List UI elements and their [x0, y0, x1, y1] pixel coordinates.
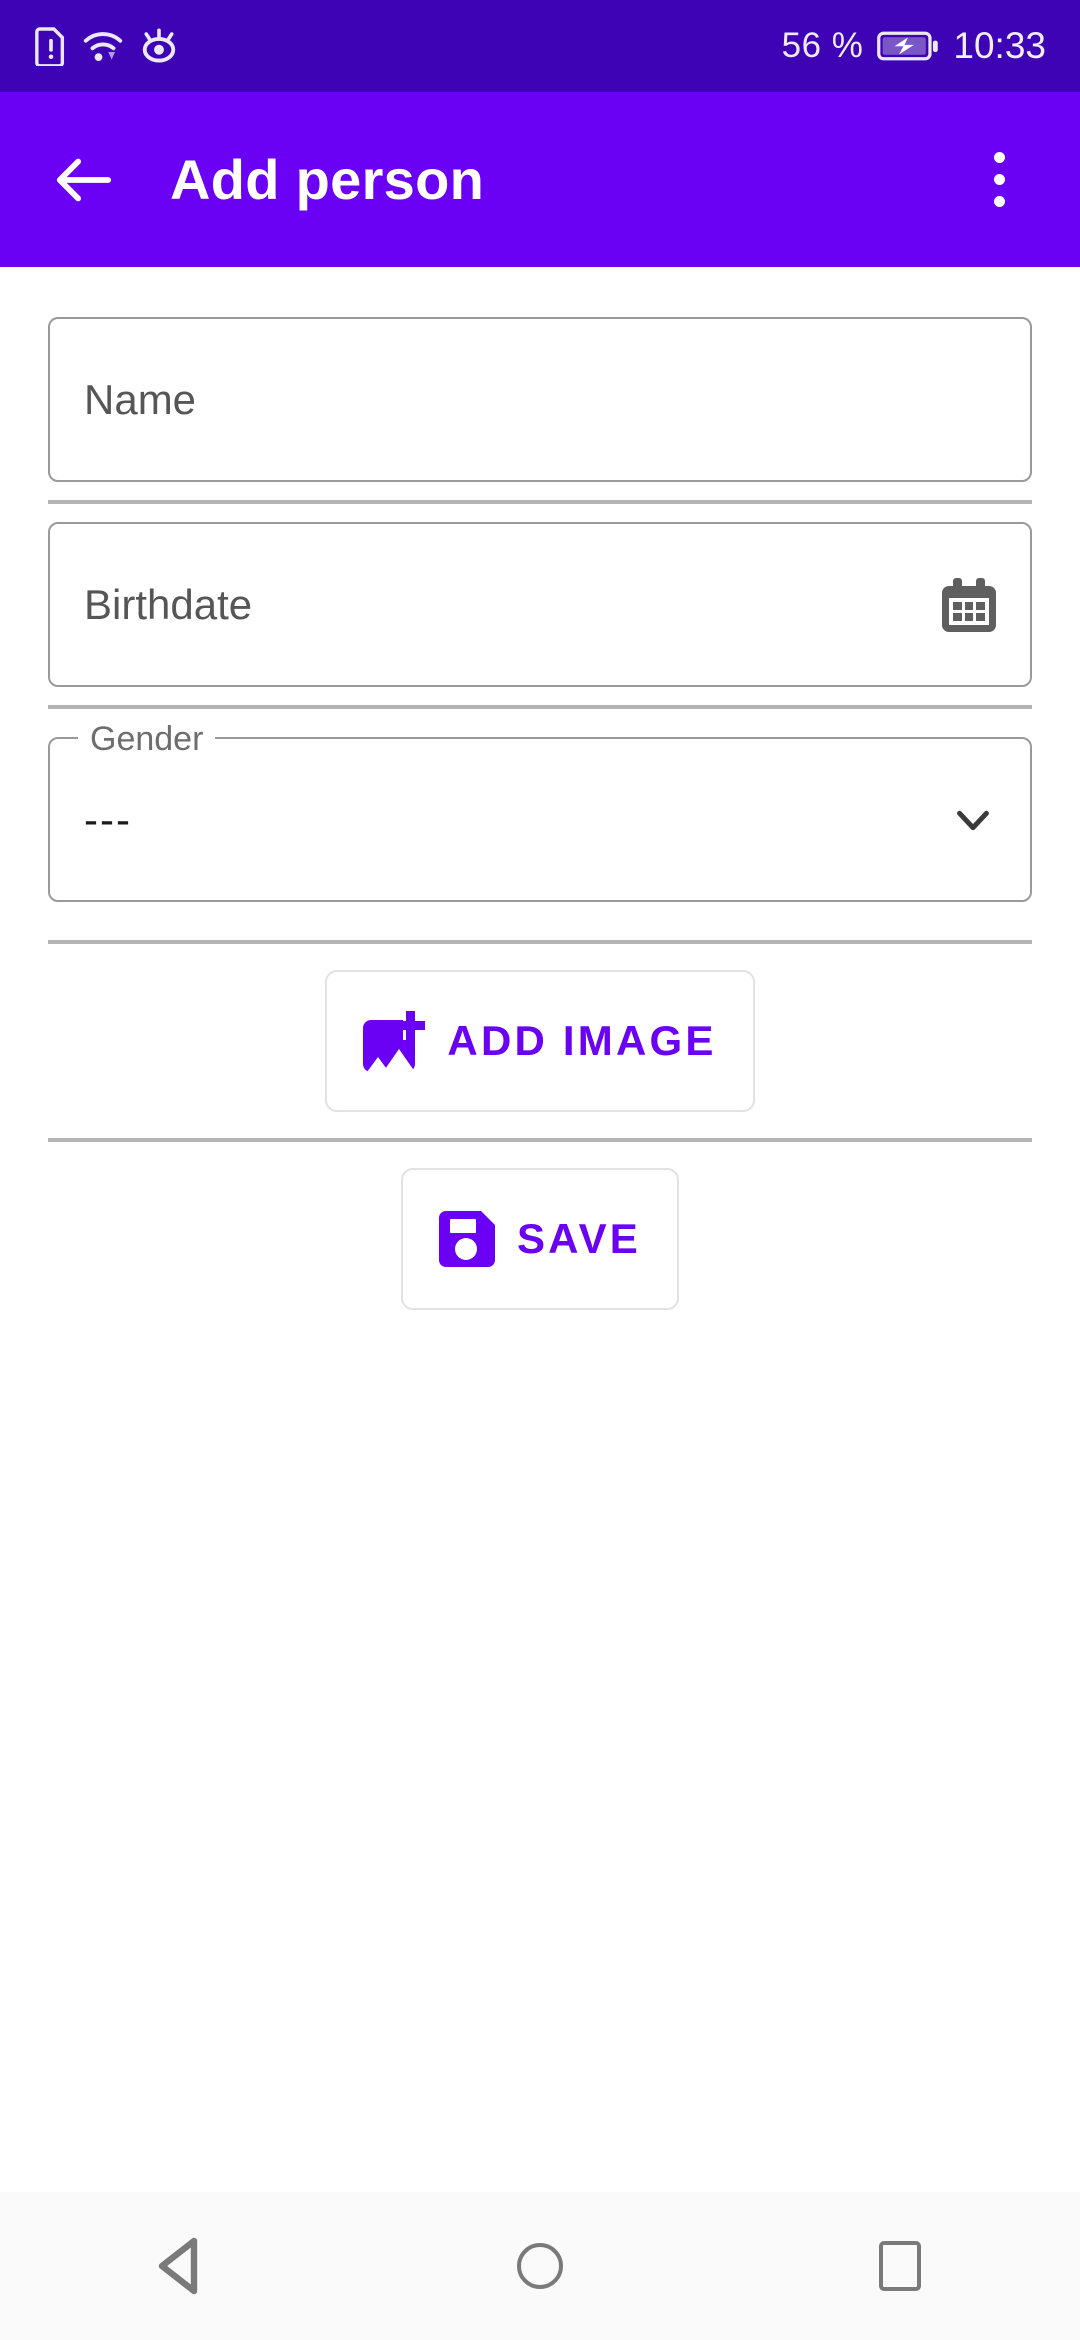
save-floppy-icon	[438, 1211, 495, 1267]
calendar-icon[interactable]	[942, 577, 996, 632]
nav-home-button[interactable]	[465, 2192, 615, 2340]
save-row: SAVE	[0, 1168, 1080, 1310]
name-placeholder: Name	[84, 375, 197, 423]
save-button[interactable]: SAVE	[400, 1168, 680, 1310]
nav-back-button[interactable]	[105, 2192, 255, 2340]
save-label: SAVE	[516, 1215, 642, 1262]
gender-label: Gender	[78, 717, 216, 761]
system-navigation-bar	[0, 2192, 1080, 2340]
add-image-row: ADD IMAGE	[0, 970, 1080, 1112]
status-bar: 56 % 10:33	[0, 0, 1080, 92]
name-input[interactable]: Name	[48, 317, 1032, 482]
battery-charging-icon	[877, 31, 939, 61]
page-title: Add person	[170, 148, 485, 211]
arrow-left-icon	[56, 158, 112, 201]
back-triangle-icon	[158, 2237, 198, 2295]
phone-screen: 56 % 10:33 Add person Name Birthdate Gen…	[0, 0, 1080, 2340]
clock-label: 10:33	[953, 25, 1046, 66]
home-circle-icon	[517, 2243, 563, 2289]
chevron-down-icon[interactable]	[950, 797, 996, 843]
gender-select[interactable]: Gender ---	[48, 717, 1032, 902]
name-field-wrapper: Name	[0, 317, 1080, 482]
wifi-icon	[83, 32, 123, 61]
gender-trailing	[950, 797, 996, 843]
add-image-label: ADD IMAGE	[447, 1017, 717, 1064]
add-image-icon	[363, 1010, 426, 1072]
more-vertical-icon	[993, 196, 1005, 207]
birthdate-input[interactable]: Birthdate	[48, 522, 1032, 687]
recents-square-icon	[879, 2241, 921, 2291]
more-vertical-icon	[993, 174, 1005, 185]
divider	[48, 1138, 1032, 1142]
nav-recents-button[interactable]	[825, 2192, 975, 2340]
divider	[48, 500, 1032, 504]
birthdate-field-wrapper: Birthdate	[0, 522, 1080, 687]
birthdate-placeholder: Birthdate	[84, 580, 253, 628]
gender-value: ---	[84, 795, 132, 843]
battery-percent-label: 56 %	[781, 26, 864, 65]
divider	[48, 705, 1032, 709]
more-vertical-icon	[993, 152, 1005, 163]
back-button[interactable]	[28, 125, 138, 235]
form-content: Name Birthdate Gender --- ADD IMAGE SAVE	[0, 267, 1080, 1310]
gender-field-wrapper: Gender ---	[0, 717, 1080, 902]
sim-warning-icon	[35, 27, 65, 66]
divider	[48, 940, 1032, 944]
status-bar-right: 56 % 10:33	[782, 25, 1046, 67]
add-image-button[interactable]: ADD IMAGE	[325, 970, 755, 1112]
birthdate-trailing	[942, 577, 996, 632]
app-bar: Add person	[0, 92, 1080, 267]
status-bar-left-icons	[34, 26, 180, 66]
overflow-menu-button[interactable]	[954, 125, 1044, 235]
eye-comfort-icon	[142, 28, 176, 63]
